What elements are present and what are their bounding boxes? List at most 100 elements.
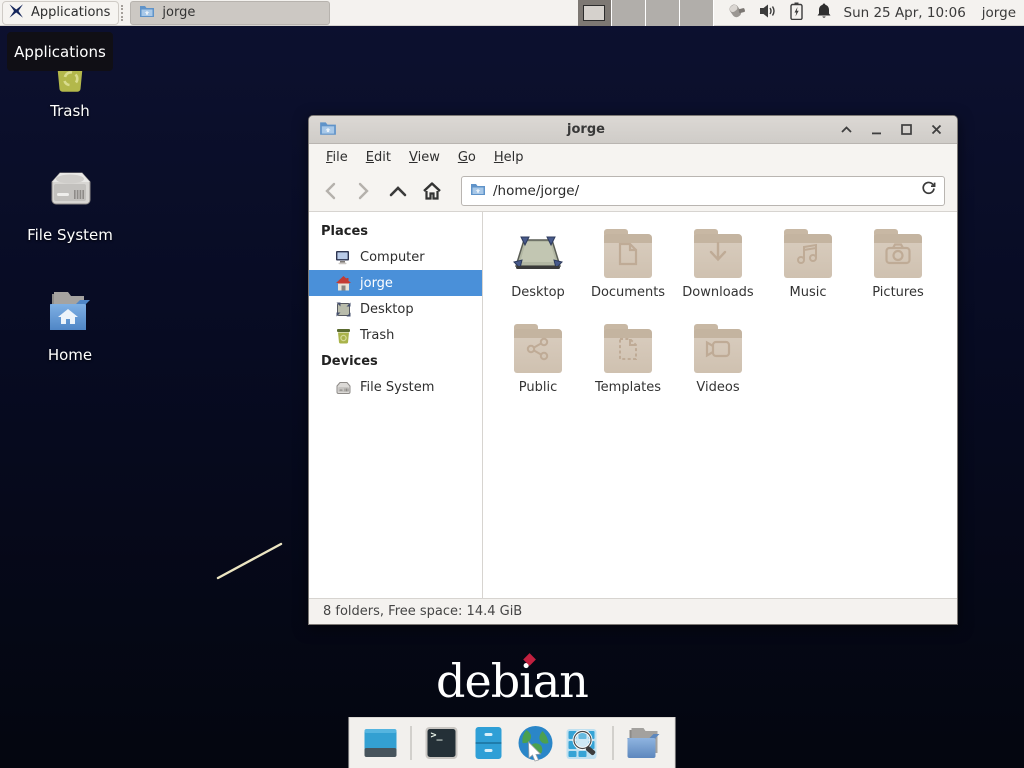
sidebar-header-devices: Devices: [309, 348, 482, 374]
folder-item-public[interactable]: Public: [493, 321, 583, 416]
sidebar-item-desktop[interactable]: Desktop: [309, 296, 482, 322]
panel-handle: [121, 5, 128, 21]
statusbar: 8 folders, Free space: 14.4 GiB: [309, 598, 957, 624]
path-input[interactable]: /home/jorge/: [493, 183, 914, 199]
folder-label: Public: [519, 380, 557, 395]
minimize-button[interactable]: [865, 120, 887, 140]
dock-separator: [411, 726, 412, 760]
taskbar-window-button[interactable]: jorge: [130, 1, 330, 25]
workspace-1[interactable]: [578, 0, 612, 26]
debian-logo-text: debian: [436, 654, 588, 708]
notification-bell-icon[interactable]: [816, 2, 832, 23]
directory-menu-icon[interactable]: [625, 724, 663, 762]
workspace-4[interactable]: [680, 0, 714, 26]
sidebar-item-jorge[interactable]: jorge: [309, 270, 482, 296]
battery-charging-icon[interactable]: [790, 2, 803, 24]
folder-item-videos[interactable]: Videos: [673, 321, 763, 416]
workspace-pager[interactable]: [578, 0, 714, 26]
sidebar-item-label: File System: [360, 380, 434, 395]
folder-label: Templates: [595, 380, 661, 395]
file-view[interactable]: Desktop Documents: [483, 212, 957, 598]
desktop-icon-home[interactable]: Home: [15, 288, 125, 364]
window-body: Places Computer jorge Desktop: [309, 212, 957, 598]
music-notes-icon: [796, 242, 820, 270]
window-folder-icon: [319, 120, 337, 140]
icon-grid: Desktop Documents: [493, 226, 957, 416]
sidebar-item-computer[interactable]: Computer: [309, 244, 482, 270]
maximize-button[interactable]: [895, 120, 917, 140]
reload-icon[interactable]: [921, 181, 936, 200]
show-desktop-icon[interactable]: [362, 724, 400, 762]
videos-folder-icon: [690, 321, 746, 375]
applications-tooltip: Applications: [7, 32, 113, 71]
application-finder-icon[interactable]: [564, 724, 602, 762]
home-icon: [335, 275, 352, 292]
documents-folder-icon: [600, 226, 656, 280]
home-button[interactable]: [417, 176, 447, 206]
folder-item-templates[interactable]: Templates: [583, 321, 673, 416]
computer-icon: [335, 249, 352, 266]
drive-mini-icon: [335, 379, 352, 396]
location-bar[interactable]: /home/jorge/: [461, 176, 945, 206]
downloads-folder-icon: [690, 226, 746, 280]
public-folder-icon: [510, 321, 566, 375]
sidebar-item-trash[interactable]: Trash: [309, 322, 482, 348]
desktop-icon-filesystem[interactable]: File System: [15, 168, 125, 244]
trash-mini-icon: [335, 327, 352, 344]
folder-label: Music: [790, 285, 827, 300]
applications-tooltip-text: Applications: [14, 43, 106, 61]
menu-help[interactable]: Help: [485, 146, 533, 169]
forward-button[interactable]: [349, 176, 379, 206]
folder-label: Pictures: [872, 285, 923, 300]
file-manager-icon[interactable]: [470, 724, 508, 762]
terminal-icon[interactable]: >_: [423, 724, 461, 762]
up-button[interactable]: [383, 176, 413, 206]
menu-file[interactable]: File: [317, 146, 357, 169]
sidebar-item-label: jorge: [360, 276, 393, 291]
menu-view[interactable]: View: [400, 146, 449, 169]
folder-label: Documents: [591, 285, 665, 300]
xfce-applications-icon: [8, 2, 26, 24]
workspace-3[interactable]: [646, 0, 680, 26]
camera-glyph-icon: [885, 243, 911, 269]
web-browser-icon[interactable]: [517, 724, 555, 762]
back-button[interactable]: [315, 176, 345, 206]
menu-go[interactable]: Go: [449, 146, 485, 169]
download-arrow-icon: [707, 242, 729, 270]
music-folder-icon: [780, 226, 836, 280]
volume-icon[interactable]: [759, 3, 777, 23]
sidebar-item-label: Computer: [360, 250, 425, 265]
menu-edit[interactable]: Edit: [357, 146, 400, 169]
terminal-prompt-glyph: >_: [431, 730, 443, 741]
desktop-icon-label: File System: [27, 226, 113, 244]
templates-folder-icon: [600, 321, 656, 375]
close-button[interactable]: [925, 120, 947, 140]
panel-clock[interactable]: Sun 25 Apr, 10:06: [844, 5, 966, 21]
template-glyph-icon: [618, 337, 638, 365]
sidebar-item-filesystem[interactable]: File System: [309, 374, 482, 400]
mouse-device-icon[interactable]: [726, 2, 746, 24]
desktop-special-icon: [510, 226, 566, 280]
sidebar: Places Computer jorge Desktop: [309, 212, 483, 598]
video-camera-glyph-icon: [705, 339, 731, 363]
folder-item-documents[interactable]: Documents: [583, 226, 673, 321]
folder-icon: [139, 3, 155, 22]
toolbar: /home/jorge/: [309, 170, 957, 212]
workspace-window-preview: [583, 5, 605, 21]
folder-item-pictures[interactable]: Pictures: [853, 226, 943, 321]
workspace-2[interactable]: [612, 0, 646, 26]
bottom-dock: >_: [349, 717, 676, 768]
dock-separator: [613, 726, 614, 760]
folder-item-downloads[interactable]: Downloads: [673, 226, 763, 321]
folder-item-music[interactable]: Music: [763, 226, 853, 321]
shade-button[interactable]: [835, 120, 857, 140]
folder-item-desktop[interactable]: Desktop: [493, 226, 583, 321]
share-glyph-icon: [526, 337, 550, 365]
sidebar-item-label: Trash: [360, 328, 394, 343]
home-folder-icon: [44, 288, 96, 340]
applications-menu-button[interactable]: Applications: [2, 1, 119, 25]
applications-menu-label: Applications: [31, 5, 110, 20]
hard-drive-icon: [44, 168, 96, 220]
titlebar[interactable]: jorge: [309, 116, 957, 144]
panel-user-label[interactable]: jorge: [982, 5, 1016, 21]
